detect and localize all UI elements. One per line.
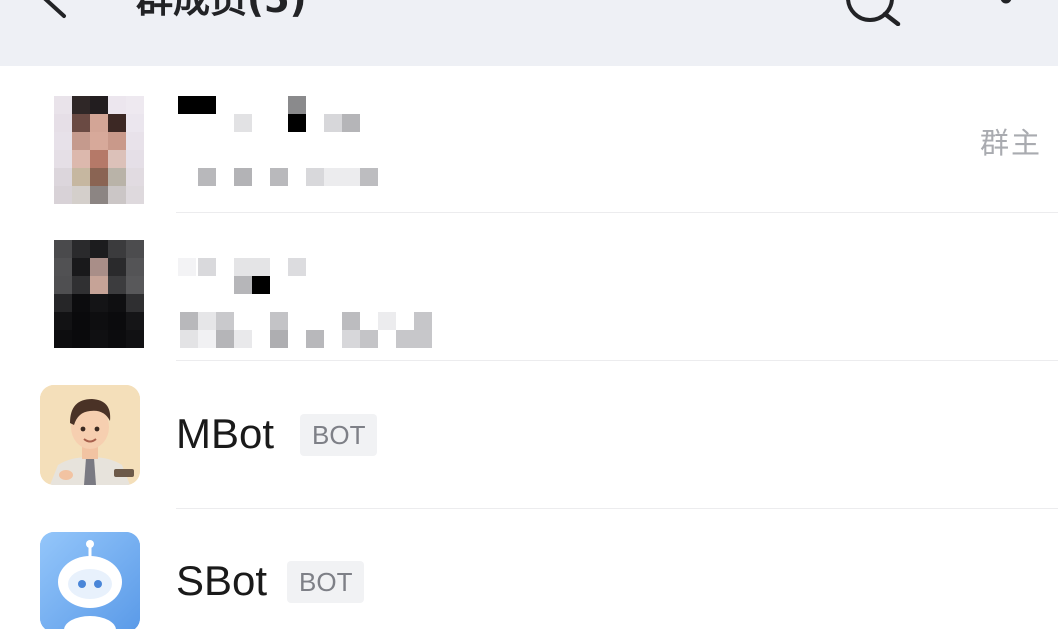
cartoon-man-avatar <box>40 385 140 485</box>
back-button[interactable] <box>28 0 78 24</box>
page-title: 群成员(5) <box>136 0 307 20</box>
list-divider <box>176 508 1058 509</box>
member-name: SBot <box>176 557 268 604</box>
bot-tag: BOT <box>287 561 365 603</box>
member-avatar <box>54 240 144 348</box>
list-divider <box>176 360 1058 361</box>
group-members-page: 群成员(5) <box>0 0 1058 629</box>
member-row-sbot[interactable]: SBot BOT <box>0 514 1058 629</box>
owner-badge: 群主 <box>979 126 1042 160</box>
redacted-member-name <box>178 258 478 358</box>
top-bar: 群成员(5) <box>0 0 1058 66</box>
chevron-left-icon <box>43 0 66 18</box>
robot-avatar <box>40 532 140 629</box>
redacted-member-name <box>178 96 478 196</box>
bot-tag: BOT <box>300 414 378 456</box>
search-button[interactable] <box>838 0 904 27</box>
member-avatar <box>54 96 144 204</box>
member-name: MBot <box>176 410 275 457</box>
search-icon <box>846 0 901 27</box>
member-row-mbot[interactable]: MBot BOT <box>0 367 1058 513</box>
more-options-button[interactable] <box>984 0 1028 26</box>
member-row-owner[interactable]: 群主 <box>0 78 1058 224</box>
more-vertical-icon <box>1000 0 1012 4</box>
list-divider <box>176 212 1058 213</box>
member-row[interactable] <box>0 222 1058 368</box>
